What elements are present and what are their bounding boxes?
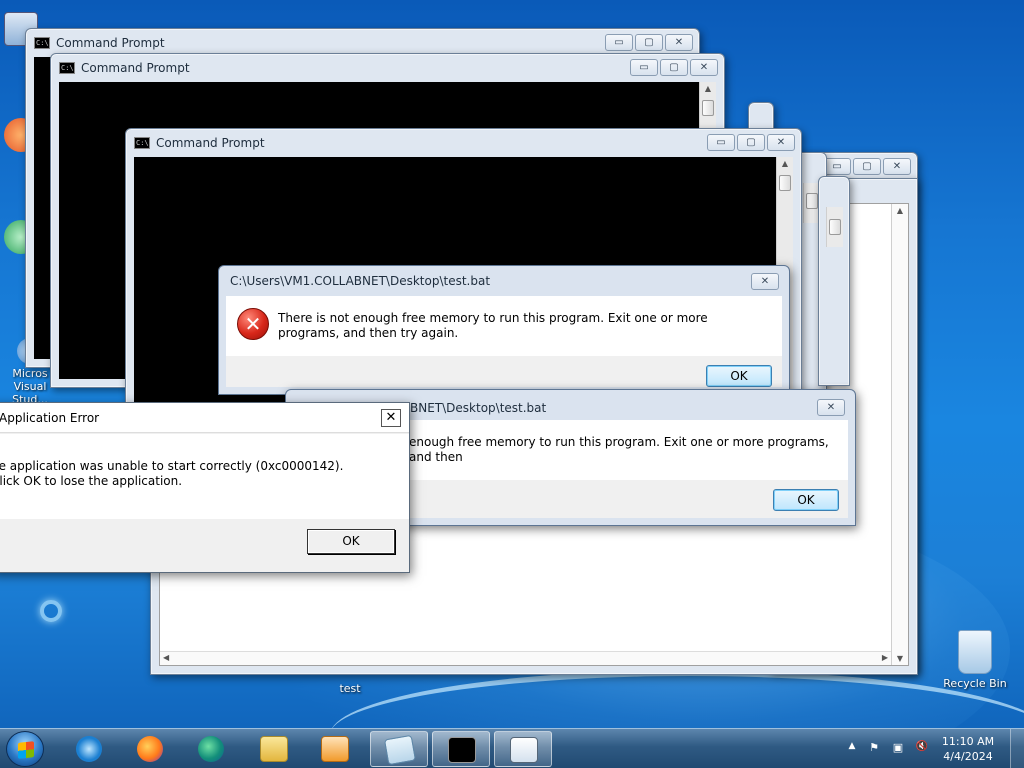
window-title: Command Prompt xyxy=(81,61,190,75)
notepad-icon xyxy=(383,734,417,766)
close-button[interactable]: ✕ xyxy=(381,409,401,427)
close-button[interactable]: ✕ xyxy=(690,59,718,76)
clock-time: 11:10 AM xyxy=(941,735,995,748)
taskbar-firefox[interactable] xyxy=(121,731,179,767)
memory-error-dialog-1[interactable]: C:\Users\VM1.COLLABNET\Desktop\test.bat … xyxy=(218,265,790,395)
vertical-scrollbar[interactable] xyxy=(826,207,843,247)
scroll-down-icon[interactable]: ▼ xyxy=(892,654,908,663)
error-icon: ✕ xyxy=(237,308,269,340)
scroll-up-icon[interactable]: ▲ xyxy=(892,206,908,215)
error-message: There is not enough free memory to run t… xyxy=(278,311,708,340)
close-button[interactable]: ✕ xyxy=(883,158,911,175)
minimize-button[interactable]: ▭ xyxy=(707,134,735,151)
dialog-title: C:\Users\VM1.COLLABNET\Desktop\test.bat xyxy=(230,274,491,288)
wallpaper-ring xyxy=(40,600,62,622)
action-center-flag-icon[interactable]: ⚑ xyxy=(866,741,882,757)
desktop-icon-label: Micros Visual Stud... xyxy=(12,367,48,406)
command-prompt-icon xyxy=(448,737,476,763)
close-button[interactable]: ✕ xyxy=(751,273,779,290)
system-clock[interactable]: 11:10 AM 4/4/2024 xyxy=(938,734,998,764)
message-area: he application was unable to start corre… xyxy=(0,434,409,519)
media-player-icon xyxy=(321,736,349,762)
scroll-thumb[interactable] xyxy=(702,100,714,116)
windows-logo-icon xyxy=(18,741,34,759)
internet-explorer-icon xyxy=(76,736,102,762)
recycle-bin-icon xyxy=(958,630,992,674)
error-message: he application was unable to start corre… xyxy=(0,459,344,488)
horizontal-scrollbar[interactable]: ◀ ▶ xyxy=(160,651,891,665)
scroll-left-icon[interactable]: ◀ xyxy=(163,653,169,662)
taskbar-dialog[interactable] xyxy=(494,731,552,767)
error-message: enough free memory to run this program. … xyxy=(409,435,829,464)
dialog-content: ✕ There is not enough free memory to run… xyxy=(226,296,782,387)
vertical-scrollbar[interactable]: ▲ ▼ xyxy=(891,204,908,665)
maximize-button[interactable]: ▢ xyxy=(737,134,765,151)
network-icon[interactable]: ▣ xyxy=(890,741,906,757)
start-button[interactable] xyxy=(6,731,44,767)
taskbar-ie[interactable] xyxy=(60,731,118,767)
show-hidden-icons-button[interactable]: ▲ xyxy=(844,741,860,757)
folder-icon xyxy=(260,736,288,762)
message-area: ✕ There is not enough free memory to run… xyxy=(226,296,782,356)
taskbar-media[interactable] xyxy=(306,731,364,767)
ok-button[interactable]: OK xyxy=(307,529,395,554)
scroll-thumb[interactable] xyxy=(829,219,841,235)
scroll-right-icon[interactable]: ▶ xyxy=(882,653,888,662)
show-desktop-button[interactable] xyxy=(1010,729,1024,768)
desktop-icon-label: test xyxy=(339,682,361,695)
close-button[interactable]: ✕ xyxy=(665,34,693,51)
application-window-icon xyxy=(510,737,538,763)
taskbar-cmd[interactable] xyxy=(432,731,490,767)
scroll-thumb[interactable] xyxy=(779,175,791,191)
maximize-button[interactable]: ▢ xyxy=(635,34,663,51)
close-button[interactable]: ✕ xyxy=(817,399,845,416)
desktop-icon-test[interactable]: test xyxy=(313,682,387,695)
taskbar-explorer[interactable] xyxy=(245,731,303,767)
ok-button[interactable]: OK xyxy=(706,365,772,387)
minimize-button[interactable]: ▭ xyxy=(823,158,851,175)
scroll-thumb[interactable] xyxy=(806,193,818,209)
ok-button[interactable]: OK xyxy=(773,489,839,511)
firefox-icon xyxy=(137,736,163,762)
desktop-icon-label: Recycle Bin xyxy=(943,677,1007,690)
edge-icon xyxy=(198,736,224,762)
close-button[interactable]: ✕ xyxy=(767,134,795,151)
taskbar-edge[interactable] xyxy=(182,731,240,767)
taskbar: ▲ ⚑ ▣ 🔇 11:10 AM 4/4/2024 xyxy=(0,728,1024,768)
window-title: Command Prompt xyxy=(156,136,265,150)
clock-date: 4/4/2024 xyxy=(943,750,993,763)
minimize-button[interactable]: ▭ xyxy=(605,34,633,51)
maximize-button[interactable]: ▢ xyxy=(853,158,881,175)
application-error-dialog[interactable]: Application Error ✕ he application was u… xyxy=(0,402,410,573)
volume-muted-icon[interactable]: 🔇 xyxy=(914,741,930,757)
desktop-icon-recycle-bin[interactable]: Recycle Bin xyxy=(938,630,1012,690)
dialog-title: Application Error xyxy=(0,411,100,425)
dialog-title: BNET\Desktop\test.bat xyxy=(410,401,547,415)
dialog-titlebar: Application Error ✕ xyxy=(0,403,409,433)
minimize-button[interactable]: ▭ xyxy=(630,59,658,76)
taskbar-notepad[interactable] xyxy=(370,731,428,767)
maximize-button[interactable]: ▢ xyxy=(660,59,688,76)
scroll-up-icon[interactable]: ▲ xyxy=(700,84,716,93)
cmd-window-back-g[interactable] xyxy=(818,176,850,386)
scroll-up-icon[interactable]: ▲ xyxy=(777,159,793,168)
